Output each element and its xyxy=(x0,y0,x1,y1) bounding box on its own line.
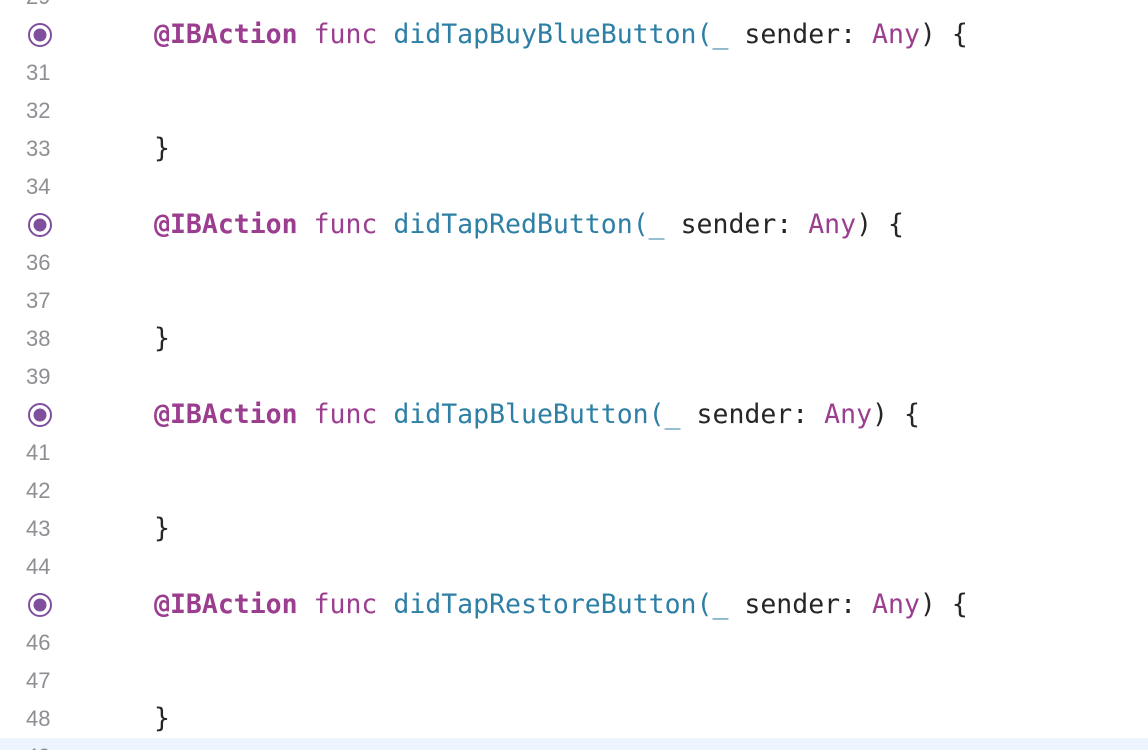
code-line[interactable]: 31 xyxy=(0,54,1148,92)
line-number: 41 xyxy=(26,440,51,465)
parameter-token: sender: xyxy=(728,589,873,620)
argument-label-token: _ xyxy=(712,19,729,50)
line-number: 48 xyxy=(26,706,51,731)
code-line[interactable]: 44 xyxy=(0,548,1148,586)
outlet-connected-icon[interactable] xyxy=(27,22,53,48)
code-line[interactable]: 38} xyxy=(0,320,1148,358)
code-text[interactable]: @IBAction func didTapRedButton(_ sender:… xyxy=(154,206,904,244)
type-token: Any xyxy=(872,19,920,50)
line-number: 42 xyxy=(26,478,51,503)
line-number: 49 xyxy=(26,738,50,750)
keyword-token: func xyxy=(313,589,378,620)
line-number: 32 xyxy=(26,98,51,123)
closing-brace-token: } xyxy=(154,323,170,354)
open-paren-token: ( xyxy=(696,589,713,620)
keyword-token: func xyxy=(313,19,378,50)
keyword-token: func xyxy=(313,399,378,430)
outlet-connected-icon[interactable] xyxy=(27,402,53,428)
code-text[interactable]: } xyxy=(154,130,170,168)
type-token: Any xyxy=(872,589,920,620)
function-name-token: didTapBuyBlueButton xyxy=(393,19,697,50)
attribute-token: @IBAction xyxy=(154,19,298,50)
parameter-token: sender: xyxy=(664,209,809,240)
code-text[interactable]: } xyxy=(154,510,170,548)
outlet-connected-icon[interactable] xyxy=(27,592,53,618)
code-text[interactable]: } xyxy=(154,700,170,738)
code-text[interactable]: @IBAction func didTapBlueButton(_ sender… xyxy=(154,396,920,434)
code-line[interactable]: 34 xyxy=(0,168,1148,206)
code-text[interactable]: @IBAction func didTapRestoreButton(_ sen… xyxy=(154,586,968,624)
closing-brace-token: } xyxy=(154,703,170,734)
parameter-token: sender: xyxy=(680,399,825,430)
open-paren-token: ( xyxy=(696,19,713,50)
close-brace-token: ) { xyxy=(919,589,968,620)
code-line[interactable]: 33} xyxy=(0,130,1148,168)
function-name-token: didTapBlueButton xyxy=(393,399,649,430)
close-brace-token: ) { xyxy=(919,19,968,50)
code-line[interactable]: 37 xyxy=(0,282,1148,320)
close-brace-token: ) { xyxy=(856,209,904,240)
attribute-token: @IBAction xyxy=(154,209,298,240)
code-line[interactable]: 36 xyxy=(0,244,1148,282)
close-brace-token: ) { xyxy=(872,399,920,430)
code-line[interactable]: @IBAction func didTapRestoreButton(_ sen… xyxy=(0,586,1148,624)
closing-brace-token: } xyxy=(154,133,170,164)
line-number: 36 xyxy=(26,250,51,275)
line-number: 44 xyxy=(26,554,51,579)
code-line[interactable]: 39 xyxy=(0,358,1148,396)
attribute-token: @IBAction xyxy=(154,589,298,620)
code-line[interactable]: 48} xyxy=(0,700,1148,738)
code-line[interactable]: 43} xyxy=(0,510,1148,548)
open-paren-token: ( xyxy=(648,399,665,430)
parameter-token: sender: xyxy=(728,19,873,50)
line-number: 34 xyxy=(26,174,51,199)
code-text[interactable]: @IBAction func didTapBuyBlueButton(_ sen… xyxy=(154,16,968,54)
line-number: 31 xyxy=(26,60,51,85)
outlet-connected-icon[interactable] xyxy=(27,212,53,238)
code-line[interactable]: 41 xyxy=(0,434,1148,472)
code-line[interactable]: @IBAction func didTapRedButton(_ sender:… xyxy=(0,206,1148,244)
code-line[interactable]: @IBAction func didTapBlueButton(_ sender… xyxy=(0,396,1148,434)
function-name-token: didTapRestoreButton xyxy=(393,589,697,620)
code-line[interactable]: 42 xyxy=(0,472,1148,510)
code-line[interactable]: 49 xyxy=(0,738,1148,750)
line-number: 46 xyxy=(26,630,51,655)
line-number: 43 xyxy=(26,516,51,541)
code-line[interactable]: 46 xyxy=(0,624,1148,662)
argument-label-token: _ xyxy=(712,589,729,620)
open-paren-token: ( xyxy=(632,209,649,240)
closing-brace-token: } xyxy=(154,513,170,544)
code-text[interactable]: } xyxy=(154,320,170,358)
line-number: 47 xyxy=(26,668,51,693)
code-line[interactable]: @IBAction func didTapBuyBlueButton(_ sen… xyxy=(0,16,1148,54)
keyword-token: func xyxy=(313,209,378,240)
line-number: 38 xyxy=(26,326,51,351)
line-number: 39 xyxy=(26,364,51,389)
code-line[interactable]: 32 xyxy=(0,92,1148,130)
code-line[interactable]: 47 xyxy=(0,662,1148,700)
argument-label-token: _ xyxy=(664,399,681,430)
line-number: 37 xyxy=(26,288,51,313)
type-token: Any xyxy=(824,399,873,430)
line-number: 29 xyxy=(26,0,50,16)
code-line[interactable]: 29 xyxy=(0,0,1148,16)
type-token: Any xyxy=(808,209,857,240)
line-number: 33 xyxy=(26,136,51,161)
attribute-token: @IBAction xyxy=(154,399,298,430)
argument-label-token: _ xyxy=(648,209,665,240)
code-editor[interactable]: 29@IBAction func didTapBuyBlueButton(_ s… xyxy=(0,0,1148,750)
function-name-token: didTapRedButton xyxy=(393,209,633,240)
